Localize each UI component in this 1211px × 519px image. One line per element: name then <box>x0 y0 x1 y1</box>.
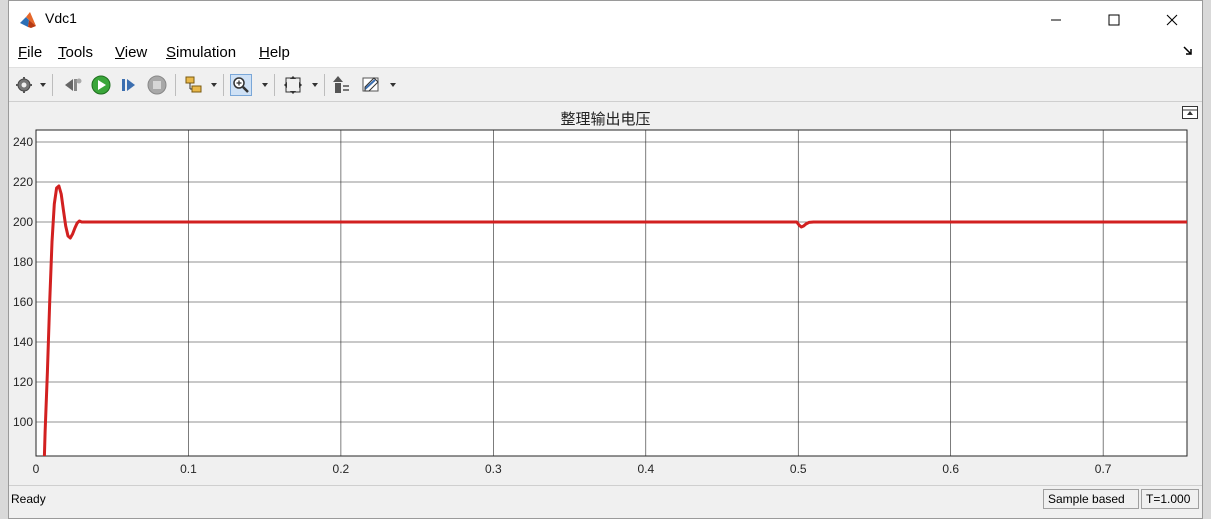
menu-view[interactable]: View <box>115 44 147 61</box>
x-tick-label: 0.7 <box>1095 462 1112 476</box>
toolbar-separator <box>223 74 224 96</box>
y-tick-label: 140 <box>13 335 33 349</box>
status-bar: Ready Sample based T=1.000 <box>9 485 1202 513</box>
highlight-icon <box>333 76 349 93</box>
run-button[interactable] <box>90 74 112 96</box>
configuration-button[interactable] <box>13 74 35 96</box>
highlight-button[interactable] <box>331 74 353 96</box>
plot-background <box>35 129 1188 457</box>
simulation-time-indicator: T=1.000 <box>1141 489 1199 509</box>
menu-view-mnemonic: V <box>115 44 125 61</box>
y-tick-label: 120 <box>13 375 33 389</box>
signal-select-icon <box>185 76 202 93</box>
signal-select-dropdown[interactable] <box>211 83 217 87</box>
stop-button[interactable] <box>146 74 168 96</box>
x-tick-label: 0.1 <box>180 462 197 476</box>
style-icon <box>362 77 379 92</box>
configuration-dropdown[interactable] <box>40 83 46 87</box>
step-forward-icon <box>122 79 135 91</box>
step-forward-button[interactable] <box>118 74 140 96</box>
x-tick-label: 0.3 <box>485 462 502 476</box>
y-tick-label: 100 <box>13 415 33 429</box>
menu-simulation-mnemonic: S <box>166 44 177 61</box>
maximize-icon <box>1108 14 1120 26</box>
scope-chart[interactable]: 0 0.1 0.2 0.3 0.4 0.5 0.6 0.7 100 120 140 160 180 200… <box>9 102 1204 483</box>
y-tick-label: 240 <box>13 135 33 149</box>
fit-dropdown[interactable] <box>312 83 318 87</box>
x-tick-label: 0.2 <box>333 462 350 476</box>
stop-icon <box>147 75 167 95</box>
signal-select-button[interactable] <box>183 74 205 96</box>
toolbar-separator <box>52 74 53 96</box>
menu-file-label: ile <box>27 44 43 61</box>
maximize-button[interactable] <box>1085 1 1143 39</box>
minimize-button[interactable] <box>1027 1 1085 39</box>
menu-help[interactable]: Help <box>259 44 290 61</box>
x-tick-label: 0 <box>33 462 40 476</box>
menu-tools-label: ools <box>65 44 94 61</box>
step-back-icon <box>65 78 82 91</box>
x-tick-label: 0.6 <box>942 462 959 476</box>
plot-area: 整理输出电压 0 0.1 0.2 0.3 0.4 0.5 0.6 0.7 100 120 140 16… <box>9 102 1202 483</box>
style-dropdown[interactable] <box>390 83 396 87</box>
matlab-logo-icon <box>20 12 36 28</box>
menu-simulation-label: imulation <box>176 44 237 61</box>
fit-icon <box>284 76 302 94</box>
window-title: Vdc1 <box>45 10 77 26</box>
menu-help-mnemonic: H <box>259 44 270 61</box>
menu-tools[interactable]: Tools <box>58 44 93 61</box>
y-tick-label: 160 <box>13 295 33 309</box>
toolbar-separator <box>324 74 325 96</box>
toolbar-separator <box>175 74 176 96</box>
dock-arrow-icon[interactable] <box>1182 45 1194 57</box>
close-button[interactable] <box>1143 1 1201 39</box>
sample-mode-indicator: Sample based <box>1043 489 1139 509</box>
zoom-dropdown[interactable] <box>262 83 268 87</box>
y-tick-label: 180 <box>13 255 33 269</box>
gear-icon <box>16 77 32 93</box>
fit-to-view-button[interactable] <box>282 74 304 96</box>
menu-tools-mnemonic: T <box>58 44 66 61</box>
y-tick-label: 200 <box>13 215 33 229</box>
menu-file-mnemonic: F <box>18 44 28 61</box>
x-tick-label: 0.4 <box>637 462 654 476</box>
zoom-button[interactable] <box>230 74 252 96</box>
x-tick-label: 0.5 <box>790 462 807 476</box>
run-icon <box>91 75 111 95</box>
minimize-icon <box>1051 19 1061 21</box>
step-back-button[interactable] <box>62 74 84 96</box>
menu-simulation[interactable]: Simulation <box>166 44 236 61</box>
toolbar <box>9 68 1202 102</box>
y-tick-label: 220 <box>13 175 33 189</box>
close-icon <box>1166 14 1178 26</box>
style-button[interactable] <box>360 74 382 96</box>
menu-bar: File Tools View Simulation Help <box>9 39 1202 68</box>
menu-file[interactable]: File <box>18 44 42 61</box>
menu-view-label: iew <box>124 44 148 61</box>
scope-window: Vdc1 File Tools View Simulation Help 整理输… <box>8 0 1203 519</box>
zoom-icon <box>233 77 249 93</box>
toolbar-separator <box>274 74 275 96</box>
status-text: Ready <box>11 492 46 506</box>
menu-help-label: elp <box>269 44 290 61</box>
title-bar: Vdc1 <box>9 1 1202 39</box>
